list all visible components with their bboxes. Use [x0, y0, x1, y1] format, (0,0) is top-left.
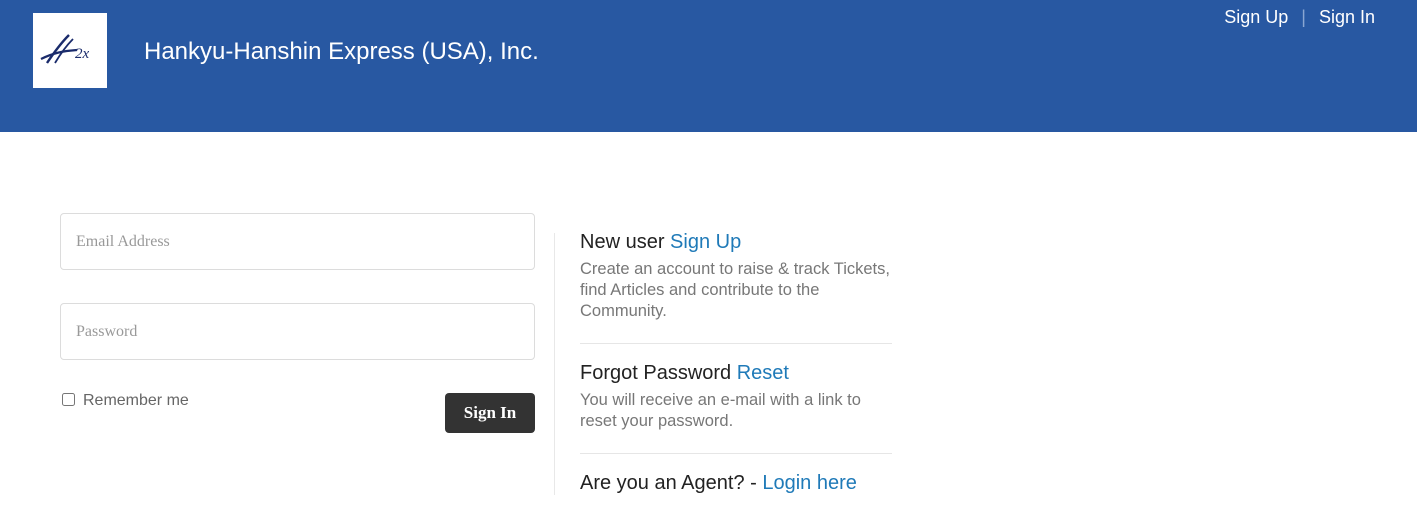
sign-in-button[interactable]: Sign In	[445, 393, 535, 433]
nav-separator: |	[1301, 7, 1306, 27]
new-user-heading: New user Sign Up	[580, 231, 742, 253]
remember-me-checkbox[interactable]	[62, 392, 75, 406]
agent-heading: Are you an Agent? - Login here	[580, 472, 857, 494]
remember-me[interactable]: Remember me	[62, 392, 189, 410]
remember-me-label: Remember me	[83, 392, 189, 409]
agent-login-link[interactable]: Login here	[762, 472, 857, 494]
section-divider	[580, 453, 892, 454]
top-nav: Sign Up | Sign In	[1224, 7, 1375, 28]
forgot-password-description: You will receive an e-mail with a link t…	[580, 391, 861, 430]
top-signin-link[interactable]: Sign In	[1319, 7, 1375, 28]
logo-icon: 2x	[40, 34, 90, 64]
vertical-divider	[554, 233, 555, 495]
agent-section: Are you an Agent? - Login here	[580, 472, 892, 495]
email-field[interactable]	[60, 213, 535, 270]
section-divider	[580, 343, 892, 344]
svg-text:2x: 2x	[75, 46, 90, 62]
top-signup-link[interactable]: Sign Up	[1224, 7, 1288, 28]
forgot-password-section: Forgot Password Reset You will receive a…	[580, 362, 892, 432]
new-user-section: New user Sign Up Create an account to ra…	[580, 231, 892, 322]
forgot-password-heading: Forgot Password Reset	[580, 362, 789, 384]
company-logo[interactable]: 2x	[33, 13, 107, 88]
reset-link[interactable]: Reset	[737, 362, 789, 384]
signup-link[interactable]: Sign Up	[670, 231, 741, 253]
header-bar: 2x Hankyu-Hanshin Express (USA), Inc. Si…	[0, 0, 1417, 132]
new-user-description: Create an account to raise & track Ticke…	[580, 260, 890, 320]
company-title: Hankyu-Hanshin Express (USA), Inc.	[144, 38, 539, 65]
password-field[interactable]	[60, 303, 535, 360]
